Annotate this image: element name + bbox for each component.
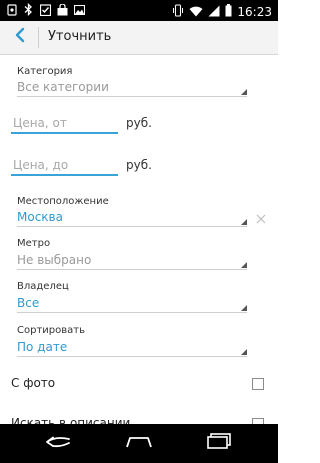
price-to-unit: руб. <box>126 158 152 172</box>
chevron-left-icon <box>14 27 26 47</box>
dropdown-arrow-icon <box>241 305 247 311</box>
with-photo-checkbox[interactable] <box>252 378 264 390</box>
sort-value: По дате <box>17 340 68 354</box>
action-bar: Уточнить <box>0 21 278 55</box>
owner-label: Владелец <box>17 281 69 292</box>
location-spinner[interactable]: Москва <box>17 210 247 227</box>
nav-recents-button[interactable] <box>200 431 240 455</box>
status-bar-notifications <box>6 3 85 16</box>
price-from-input[interactable] <box>11 114 118 134</box>
signal-icon <box>208 2 220 21</box>
page-title: Уточнить <box>48 29 112 44</box>
location-value: Москва <box>17 210 63 224</box>
status-bar: 16:23 <box>0 0 278 21</box>
price-to-input[interactable] <box>11 156 118 176</box>
category-value: Все категории <box>17 80 109 94</box>
dropdown-arrow-icon <box>241 89 247 95</box>
category-label: Категория <box>17 66 73 77</box>
shopping-bag-icon <box>57 3 68 16</box>
home-icon <box>125 434 153 453</box>
status-bar-system: 16:23 <box>172 2 272 21</box>
nav-home-button[interactable] <box>119 431 159 455</box>
price-from-unit: руб. <box>126 116 152 130</box>
with-photo-row[interactable]: С фото <box>0 372 278 396</box>
owner-spinner[interactable]: Все <box>17 296 247 313</box>
location-label: Местоположение <box>17 196 109 207</box>
clear-location-button[interactable] <box>254 211 268 225</box>
with-photo-label: С фото <box>11 376 56 390</box>
sort-label: Сортировать <box>17 325 85 336</box>
category-spinner[interactable]: Все категории <box>17 80 247 97</box>
back-button[interactable] <box>8 25 32 49</box>
owner-value: Все <box>17 296 40 310</box>
vibrate-icon <box>172 2 184 21</box>
action-bar-divider <box>38 27 39 48</box>
close-icon <box>256 209 266 228</box>
nav-back-button[interactable] <box>38 431 78 455</box>
recent-apps-icon <box>207 433 233 453</box>
metro-label: Метро <box>17 238 51 249</box>
battery-icon <box>225 2 232 21</box>
notification-icon <box>6 3 17 16</box>
clock: 16:23 <box>237 4 272 19</box>
metro-spinner[interactable]: Не выбрано <box>17 253 247 270</box>
checklist-icon <box>40 3 51 16</box>
wifi-icon <box>189 2 203 21</box>
filter-form: Категория Все категории руб. руб. Местоп… <box>0 55 278 430</box>
image-icon <box>74 3 85 16</box>
metro-value: Не выбрано <box>17 253 92 267</box>
sort-spinner[interactable]: По дате <box>17 340 247 357</box>
dropdown-arrow-icon <box>241 262 247 268</box>
dropdown-arrow-icon <box>241 349 247 355</box>
navigation-bar <box>0 424 278 463</box>
bluetooth-icon <box>23 3 34 16</box>
dropdown-arrow-icon <box>241 219 247 225</box>
back-nav-icon <box>45 434 71 453</box>
